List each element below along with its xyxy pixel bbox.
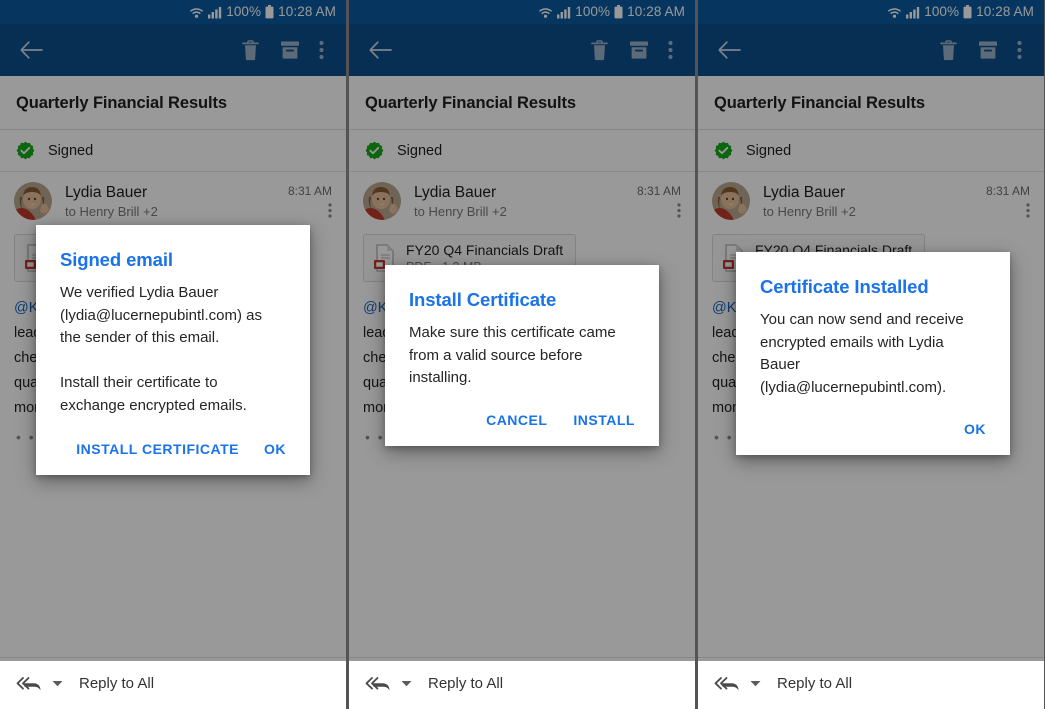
dialog-actions: OK bbox=[760, 421, 986, 437]
install-certificate-dialog: Install Certificate Make sure this certi… bbox=[385, 265, 659, 446]
dialog-actions: INSTALL CERTIFICATE OK bbox=[60, 441, 286, 457]
panel-install-certificate: 100% 10:28 AM Quarterly Financial R bbox=[349, 0, 695, 709]
reply-all-icon[interactable] bbox=[16, 676, 42, 692]
dialog-body: We verified Lydia Bauer (lydia@lucernepu… bbox=[60, 282, 286, 417]
certificate-installed-dialog: Certificate Installed You can now send a… bbox=[736, 252, 1010, 455]
caret-down-icon[interactable] bbox=[750, 680, 761, 687]
reply-bar[interactable]: Reply to All bbox=[0, 657, 346, 709]
install-certificate-button[interactable]: INSTALL CERTIFICATE bbox=[76, 441, 239, 457]
reply-all-label: Reply to All bbox=[428, 675, 503, 692]
cancel-button[interactable]: CANCEL bbox=[486, 412, 547, 428]
panel-signed-email: 100% 10:28 AM Quarterly Financial R bbox=[0, 0, 346, 709]
ok-button[interactable]: OK bbox=[964, 421, 986, 437]
dialog-title: Signed email bbox=[60, 249, 286, 271]
reply-all-icon[interactable] bbox=[365, 676, 391, 692]
dialog-body: Make sure this certificate came from a v… bbox=[409, 322, 635, 390]
reply-all-label: Reply to All bbox=[79, 675, 154, 692]
three-panel-screenshot: 100% 10:28 AM Quarterly Financial R bbox=[0, 0, 1045, 709]
reply-all-icon[interactable] bbox=[714, 676, 740, 692]
dialog-title: Certificate Installed bbox=[760, 276, 986, 298]
panel-certificate-installed: 100% 10:28 AM Quarterly Financial R bbox=[698, 0, 1044, 709]
caret-down-icon[interactable] bbox=[401, 680, 412, 687]
dialog-actions: CANCEL INSTALL bbox=[409, 412, 635, 428]
caret-down-icon[interactable] bbox=[52, 680, 63, 687]
reply-bar[interactable]: Reply to All bbox=[349, 657, 695, 709]
signed-email-dialog: Signed email We verified Lydia Bauer (ly… bbox=[36, 225, 310, 475]
ok-button[interactable]: OK bbox=[264, 441, 286, 457]
reply-bar[interactable]: Reply to All bbox=[698, 657, 1044, 709]
dialog-title: Install Certificate bbox=[409, 289, 635, 311]
dialog-body: You can now send and receive encrypted e… bbox=[760, 309, 986, 399]
reply-all-label: Reply to All bbox=[777, 675, 852, 692]
install-button[interactable]: INSTALL bbox=[573, 412, 635, 428]
